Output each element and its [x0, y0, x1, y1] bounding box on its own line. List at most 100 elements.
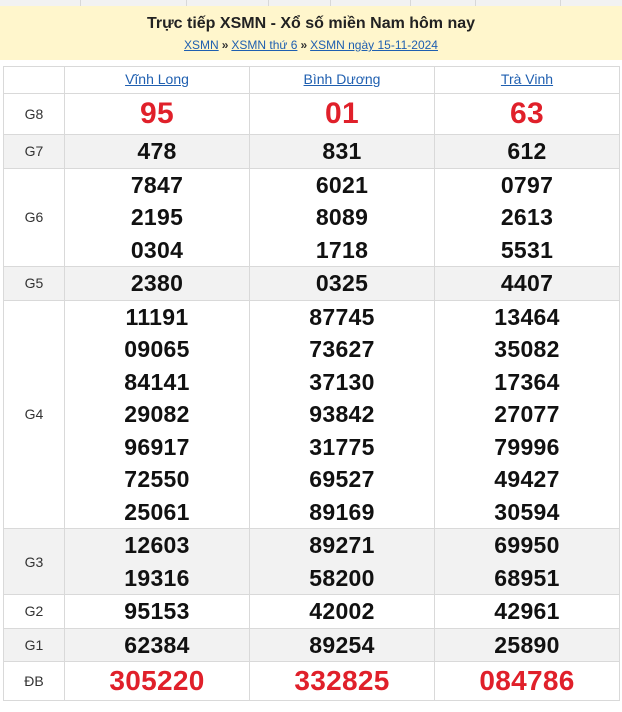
lottery-results-table: Vĩnh Long Bình Dương Trà Vinh G8 95 01 6… [3, 66, 620, 701]
prize-cell: 332825 [249, 661, 435, 701]
prize-cell: 69950 68951 [434, 528, 620, 595]
page-title: Trực tiếp XSMN - Xổ số miền Nam hôm nay [146, 15, 476, 32]
prize-number: 93842 [309, 401, 375, 427]
breadcrumb-link-xsmn-date[interactable]: XSMN ngày 15-11-2024 [310, 38, 438, 52]
results-header: Trực tiếp XSMN - Xổ số miền Nam hôm nay … [0, 6, 622, 60]
prize-number: 68951 [494, 564, 560, 591]
prize-cell: 95153 [64, 594, 250, 629]
breadcrumb-separator: » [221, 38, 229, 52]
prize-row-g1: G1 62384 89254 25890 [3, 627, 620, 662]
prize-cell: 01 [249, 93, 435, 135]
prize-cell: 4407 [434, 266, 620, 301]
province-link[interactable]: Bình Dương [304, 71, 381, 87]
prize-cell: 42961 [434, 594, 620, 629]
prize-label: G7 [3, 134, 65, 169]
prize-row-g4: G4 11191 09065 84141 29082 96917 72550 2… [3, 299, 620, 529]
prize-label: ĐB [3, 661, 65, 701]
breadcrumb-link-xsmn[interactable]: XSMN [184, 38, 219, 52]
prize-number: 79996 [494, 433, 560, 460]
province-binh-duong[interactable]: Bình Dương [249, 66, 435, 94]
prize-cell: 89271 58200 [249, 528, 435, 595]
prize-number: 25061 [124, 498, 190, 525]
prize-cell: 87745 73627 37130 93842 31775 69527 8916… [249, 299, 435, 529]
prize-number: 612 [507, 138, 547, 164]
jackpot-number: 305220 [109, 665, 205, 696]
prize-label: G2 [3, 594, 65, 629]
prize-number: 27077 [494, 401, 560, 427]
prize-row-g6: G6 7847 2195 0304 6021 8089 1718 0797 26… [3, 167, 620, 267]
prize-number: 12603 [124, 532, 190, 558]
prize-number: 2195 [130, 204, 184, 230]
prize-row-g5: G5 2380 0325 4407 [3, 266, 620, 301]
prize-number: 73627 [309, 336, 375, 362]
prize-number: 49427 [494, 466, 560, 492]
prize-cell: 89254 [249, 627, 435, 662]
prize-number: 95153 [124, 598, 190, 624]
prize-cell: 0325 [249, 266, 435, 301]
prize-label: G4 [3, 299, 65, 529]
prize-number: 0325 [315, 270, 369, 296]
prize-number: 69527 [309, 466, 375, 492]
prize-number: 11191 [125, 303, 189, 330]
prize-cell: 6021 8089 1718 [249, 167, 435, 267]
prize-row-g8: G8 95 01 63 [3, 93, 620, 135]
prize-cell: 478 [64, 134, 250, 169]
prize-cell: 305220 [64, 661, 250, 701]
prize-cell: 084786 [434, 661, 620, 701]
prize-number: 8089 [315, 204, 369, 230]
prize-cell: 11191 09065 84141 29082 96917 72550 2506… [64, 299, 250, 529]
prize-number: 7847 [130, 171, 184, 198]
prize-number: 478 [137, 138, 177, 164]
breadcrumb-link-xsmn-thu-6[interactable]: XSMN thứ 6 [231, 38, 297, 52]
province-link[interactable]: Vĩnh Long [125, 71, 189, 87]
header-corner [3, 66, 65, 94]
prize-number: 2380 [130, 270, 184, 296]
breadcrumb: XSMN» XSMN thứ 6» XSMN ngày 15-11-2024 [0, 38, 622, 52]
prize-number: 01 [325, 97, 359, 130]
prize-cell: 95 [64, 93, 250, 135]
prize-number: 89254 [309, 631, 375, 658]
prize-number: 0797 [500, 171, 554, 198]
prize-row-g7: G7 478 831 612 [3, 134, 620, 169]
prize-number: 25890 [494, 631, 560, 658]
prize-number: 30594 [494, 498, 560, 525]
prize-number: 84141 [124, 368, 190, 395]
province-vinh-long[interactable]: Vĩnh Long [64, 66, 250, 94]
province-header-row: Vĩnh Long Bình Dương Trà Vinh [3, 66, 620, 94]
prize-number: 31775 [309, 433, 375, 460]
province-tra-vinh[interactable]: Trà Vinh [434, 66, 620, 94]
prize-number: 09065 [124, 336, 190, 362]
prize-cell: 612 [434, 134, 620, 169]
prize-number: 0304 [130, 236, 184, 263]
prize-cell: 25890 [434, 627, 620, 662]
prize-row-g3: G3 12603 19316 89271 58200 69950 68951 [3, 528, 620, 595]
prize-number: 69950 [494, 532, 560, 558]
prize-number: 5531 [500, 236, 554, 263]
prize-cell: 42002 [249, 594, 435, 629]
prize-number: 6021 [315, 171, 369, 198]
prize-row-g2: G2 95153 42002 42961 [3, 594, 620, 629]
prize-label: G5 [3, 266, 65, 301]
jackpot-number: 332825 [294, 665, 390, 696]
prize-number: 95 [140, 97, 174, 130]
prize-row-db: ĐB 305220 332825 084786 [3, 661, 620, 701]
prize-number: 89271 [309, 532, 375, 558]
province-link[interactable]: Trà Vinh [501, 71, 553, 87]
prize-number: 42961 [494, 598, 560, 624]
prize-cell: 0797 2613 5531 [434, 167, 620, 267]
prize-number: 4407 [500, 270, 554, 296]
prize-number: 89169 [309, 498, 375, 525]
prize-number: 29082 [124, 401, 190, 427]
jackpot-number: 084786 [479, 665, 575, 696]
prize-cell: 63 [434, 93, 620, 135]
prize-number: 2613 [500, 204, 554, 230]
breadcrumb-separator: » [300, 38, 308, 52]
prize-number: 58200 [309, 564, 375, 591]
prize-cell: 62384 [64, 627, 250, 662]
prize-number: 1718 [315, 236, 369, 263]
prize-cell: 7847 2195 0304 [64, 167, 250, 267]
prize-number: 63 [510, 97, 544, 130]
prize-label: G6 [3, 167, 65, 267]
prize-label: G1 [3, 627, 65, 662]
prize-number: 62384 [124, 631, 190, 658]
